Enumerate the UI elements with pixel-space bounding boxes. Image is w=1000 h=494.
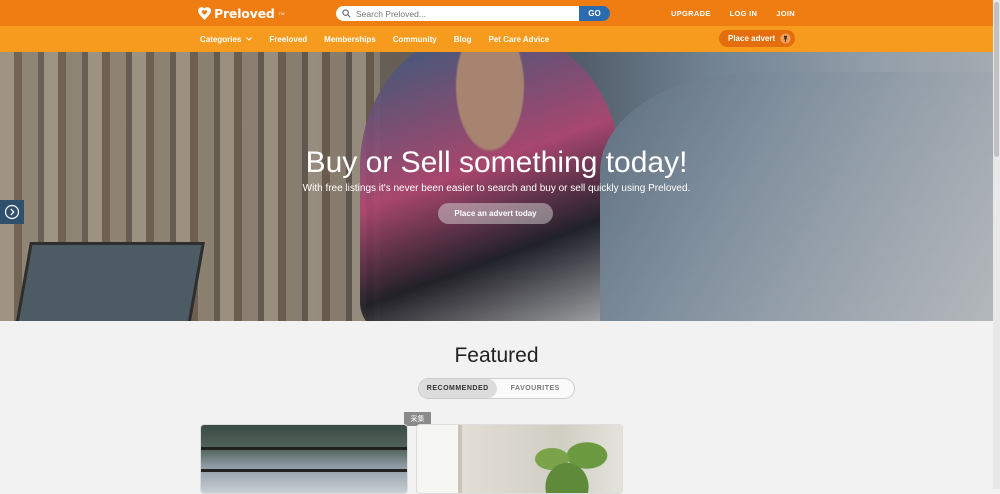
featured-listing-card[interactable]: [416, 424, 623, 494]
preloved-logo[interactable]: Preloved TM: [198, 5, 284, 22]
upgrade-link[interactable]: UPGRADE: [671, 9, 711, 18]
account-links: UPGRADE LOG IN JOIN: [652, 0, 795, 26]
top-header: Preloved TM GO UPGRADE LOG IN JOIN: [0, 0, 1000, 26]
featured-listing-card[interactable]: [200, 424, 408, 494]
place-advert-label: Place advert: [728, 34, 776, 43]
nav-item-freeloved[interactable]: Freeloved: [269, 35, 307, 44]
featured-heading: Featured: [454, 344, 539, 367]
hero-banner: Buy or Sell something today! With free l…: [0, 52, 993, 321]
search-icon: [342, 9, 351, 18]
hero-subtitle: With free listings it's never been easie…: [302, 183, 691, 194]
main-nav: Categories Freeloved Memberships Communi…: [0, 26, 1000, 52]
card-photo-shelf: [201, 469, 407, 472]
page-scrollbar[interactable]: [993, 0, 1000, 489]
hero-title: Buy or Sell something today!: [305, 146, 688, 179]
logo-text: Preloved: [214, 6, 275, 21]
search-bar: [336, 6, 580, 21]
pushpin-icon: [780, 33, 791, 44]
scrollbar-thumb[interactable]: [994, 2, 999, 157]
join-link[interactable]: JOIN: [776, 9, 795, 18]
card-photo-plant: [517, 431, 617, 493]
nav-item-pet-care-advice[interactable]: Pet Care Advice: [489, 35, 550, 44]
place-advert-today-button[interactable]: Place an advert today: [438, 203, 553, 224]
search-input[interactable]: [356, 8, 566, 19]
go-button[interactable]: GO: [579, 6, 610, 21]
side-panel-toggle[interactable]: [0, 200, 24, 224]
nav-item-community[interactable]: Community: [393, 35, 437, 44]
chevron-down-icon: [246, 37, 253, 41]
logo-trademark: TM: [278, 11, 285, 16]
nav-items: Categories Freeloved Memberships Communi…: [200, 26, 566, 52]
card-photo-window: [417, 425, 462, 493]
tab-recommended[interactable]: RECOMMENDED: [419, 379, 497, 398]
chevron-right-circle-icon: [4, 204, 20, 220]
heart-pin-icon: [198, 7, 211, 20]
nav-item-blog[interactable]: Blog: [454, 35, 472, 44]
nav-item-categories[interactable]: Categories: [200, 34, 253, 44]
place-advert-button[interactable]: Place advert: [719, 30, 795, 47]
featured-tabs: RECOMMENDED FAVOURITES: [418, 378, 575, 399]
login-link[interactable]: LOG IN: [730, 9, 758, 18]
nav-item-memberships[interactable]: Memberships: [324, 35, 376, 44]
nav-item-label: Categories: [200, 34, 242, 44]
tab-favourites[interactable]: FAVOURITES: [497, 379, 575, 398]
card-photo-shelf: [201, 447, 407, 450]
